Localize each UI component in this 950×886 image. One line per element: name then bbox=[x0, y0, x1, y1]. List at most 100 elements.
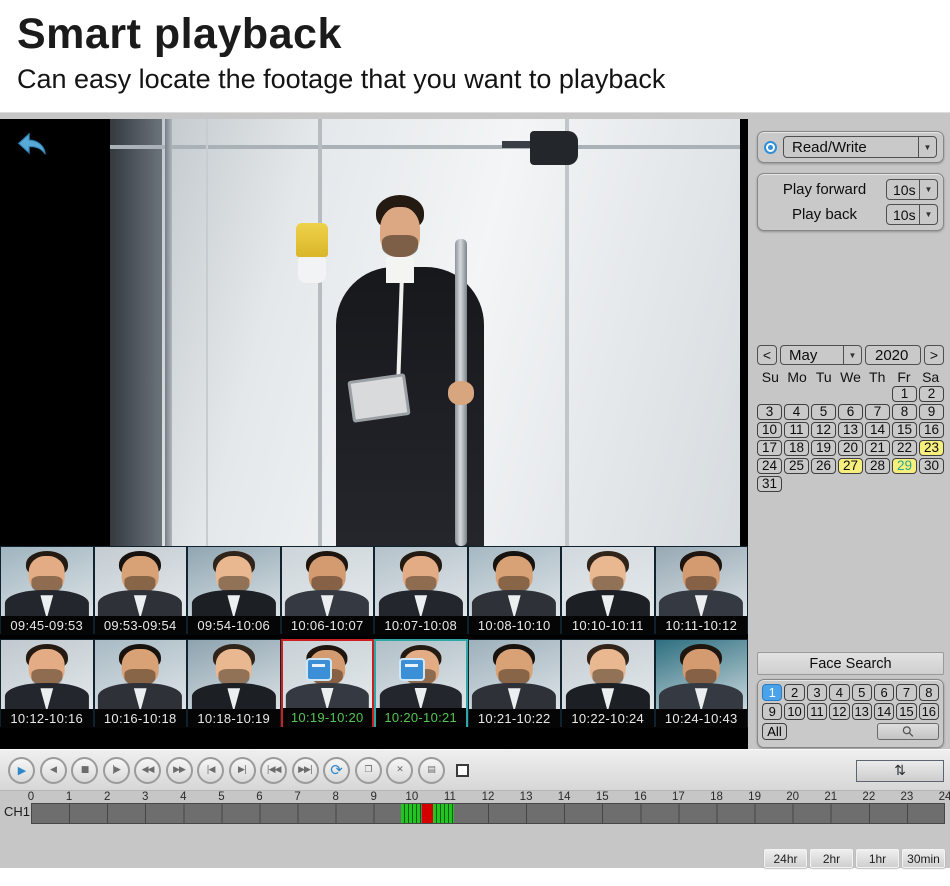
calendar-day[interactable]: 4 bbox=[784, 404, 809, 420]
channel-button[interactable]: 16 bbox=[919, 703, 939, 720]
thumbnail[interactable]: 10:12-10:16 bbox=[0, 639, 94, 727]
multi-window-button[interactable]: ❐ bbox=[355, 757, 382, 784]
calendar-day[interactable]: 7 bbox=[865, 404, 890, 420]
timeline-checkbox[interactable] bbox=[456, 764, 469, 777]
timeline-bar[interactable] bbox=[31, 803, 945, 824]
thumbnail[interactable]: 10:22-10:24 bbox=[561, 639, 655, 727]
thumbnail[interactable]: 10:19-10:20 bbox=[281, 639, 375, 727]
frame-step-button[interactable]: |▶ bbox=[103, 757, 130, 784]
calendar-day[interactable]: 29 bbox=[892, 458, 917, 474]
channel-button[interactable]: 2 bbox=[784, 684, 804, 701]
calendar-day[interactable]: 8 bbox=[892, 404, 917, 420]
prev-frame-button[interactable]: |◀ bbox=[197, 757, 224, 784]
calendar-day[interactable]: 22 bbox=[892, 440, 917, 456]
chevron-down-icon[interactable]: ▼ bbox=[919, 205, 937, 224]
play-reverse-button[interactable]: ◀ bbox=[40, 757, 67, 784]
stop-button[interactable]: ■ bbox=[71, 757, 98, 784]
channel-button[interactable]: 7 bbox=[896, 684, 916, 701]
calendar-day[interactable]: 17 bbox=[757, 440, 782, 456]
calendar-day[interactable]: 19 bbox=[811, 440, 836, 456]
calendar-day[interactable]: 12 bbox=[811, 422, 836, 438]
calendar-day[interactable]: 5 bbox=[811, 404, 836, 420]
video-viewport[interactable] bbox=[0, 119, 748, 546]
calendar-day[interactable]: 10 bbox=[757, 422, 782, 438]
channel-button[interactable]: 8 bbox=[919, 684, 939, 701]
calendar-day[interactable]: 3 bbox=[757, 404, 782, 420]
swap-channel-button[interactable]: ⇅ bbox=[856, 760, 944, 782]
timeline-zoom-2hr-button[interactable]: 2hr bbox=[810, 849, 853, 868]
thumbnail[interactable]: 10:16-10:18 bbox=[94, 639, 188, 727]
channel-button[interactable]: 10 bbox=[784, 703, 804, 720]
jump-end-button[interactable]: ▶▶| bbox=[292, 757, 319, 784]
calendar-day[interactable]: 28 bbox=[865, 458, 890, 474]
calendar-day[interactable]: 31 bbox=[757, 476, 782, 492]
calendar-day[interactable]: 16 bbox=[919, 422, 944, 438]
channel-button[interactable]: 3 bbox=[807, 684, 827, 701]
channel-all-button[interactable]: All bbox=[762, 723, 787, 740]
radio-selected-icon[interactable] bbox=[764, 141, 777, 154]
calendar-day[interactable]: 15 bbox=[892, 422, 917, 438]
calendar-day[interactable]: 26 bbox=[811, 458, 836, 474]
back-arrow-icon[interactable] bbox=[13, 127, 51, 161]
calendar-day[interactable]: 13 bbox=[838, 422, 863, 438]
next-frame-button[interactable]: ▶| bbox=[229, 757, 256, 784]
channel-button[interactable]: 4 bbox=[829, 684, 849, 701]
calendar-day[interactable]: 11 bbox=[784, 422, 809, 438]
thumbnail[interactable]: 10:06-10:07 bbox=[281, 546, 375, 634]
calendar-day[interactable]: 9 bbox=[919, 404, 944, 420]
face-search-submit-button[interactable] bbox=[877, 723, 939, 740]
channel-button[interactable]: 5 bbox=[852, 684, 872, 701]
timeline-zoom-24hr-button[interactable]: 24hr bbox=[764, 849, 807, 868]
stream-type-select[interactable]: Read/Write ▼ bbox=[783, 136, 937, 158]
calendar-day[interactable]: 2 bbox=[919, 386, 944, 402]
thumbnail[interactable]: 10:07-10:08 bbox=[374, 546, 468, 634]
thumbnail[interactable]: 10:08-10:10 bbox=[468, 546, 562, 634]
rewind-button[interactable]: ◀◀ bbox=[134, 757, 161, 784]
thumbnail[interactable]: 10:11-10:12 bbox=[655, 546, 749, 634]
fast-forward-button[interactable]: ▶▶ bbox=[166, 757, 193, 784]
calendar-day[interactable]: 14 bbox=[865, 422, 890, 438]
channel-button[interactable]: 6 bbox=[874, 684, 894, 701]
calendar-day[interactable]: 1 bbox=[892, 386, 917, 402]
calendar-day[interactable]: 25 bbox=[784, 458, 809, 474]
thumbnail[interactable]: 09:53-09:54 bbox=[94, 546, 188, 634]
chevron-down-icon[interactable]: ▼ bbox=[843, 346, 861, 364]
thumbnail[interactable]: 10:20-10:21 bbox=[374, 639, 468, 727]
channel-button[interactable]: 14 bbox=[874, 703, 894, 720]
chevron-down-icon[interactable]: ▼ bbox=[918, 137, 936, 157]
thumbnail[interactable]: 10:21-10:22 bbox=[468, 639, 562, 727]
thumbnail[interactable]: 10:10-10:11 bbox=[561, 546, 655, 634]
calendar-day[interactable]: 23 bbox=[919, 440, 944, 456]
play-setting-select[interactable]: 10s▼ bbox=[886, 179, 938, 200]
timeline-zoom-30min-button[interactable]: 30min bbox=[902, 849, 945, 868]
thumbnail[interactable]: 10:24-10:43 bbox=[655, 639, 749, 727]
channel-button[interactable]: 15 bbox=[896, 703, 916, 720]
jump-start-button[interactable]: |◀◀ bbox=[260, 757, 287, 784]
calendar-day[interactable]: 20 bbox=[838, 440, 863, 456]
channel-button[interactable]: 11 bbox=[807, 703, 827, 720]
calendar-day[interactable]: 24 bbox=[757, 458, 782, 474]
month-select[interactable]: May ▼ bbox=[780, 345, 862, 365]
timeline-zoom-1hr-button[interactable]: 1hr bbox=[856, 849, 899, 868]
channel-button[interactable]: 13 bbox=[852, 703, 872, 720]
channel-button[interactable]: 1 bbox=[762, 684, 782, 701]
calendar-prev-button[interactable]: < bbox=[757, 345, 777, 365]
channel-button[interactable]: 9 bbox=[762, 703, 782, 720]
play-setting-select[interactable]: 10s▼ bbox=[886, 204, 938, 225]
calendar-next-button[interactable]: > bbox=[924, 345, 944, 365]
cut-button[interactable]: ✕ bbox=[386, 757, 413, 784]
thumbnail[interactable]: 09:45-09:53 bbox=[0, 546, 94, 634]
calendar-day[interactable]: 6 bbox=[838, 404, 863, 420]
loop-button[interactable]: ⟳ bbox=[323, 757, 350, 784]
play-button[interactable]: ▶ bbox=[8, 757, 35, 784]
calendar-day[interactable]: 27 bbox=[838, 458, 863, 474]
save-button[interactable]: ▤ bbox=[418, 757, 445, 784]
face-search-button[interactable]: Face Search bbox=[757, 652, 944, 675]
thumbnail[interactable]: 09:54-10:06 bbox=[187, 546, 281, 634]
calendar-day[interactable]: 21 bbox=[865, 440, 890, 456]
thumbnail[interactable]: 10:18-10:19 bbox=[187, 639, 281, 727]
chevron-down-icon[interactable]: ▼ bbox=[919, 180, 937, 199]
calendar-day[interactable]: 18 bbox=[784, 440, 809, 456]
channel-button[interactable]: 12 bbox=[829, 703, 849, 720]
year-field[interactable]: 2020 bbox=[865, 345, 921, 365]
